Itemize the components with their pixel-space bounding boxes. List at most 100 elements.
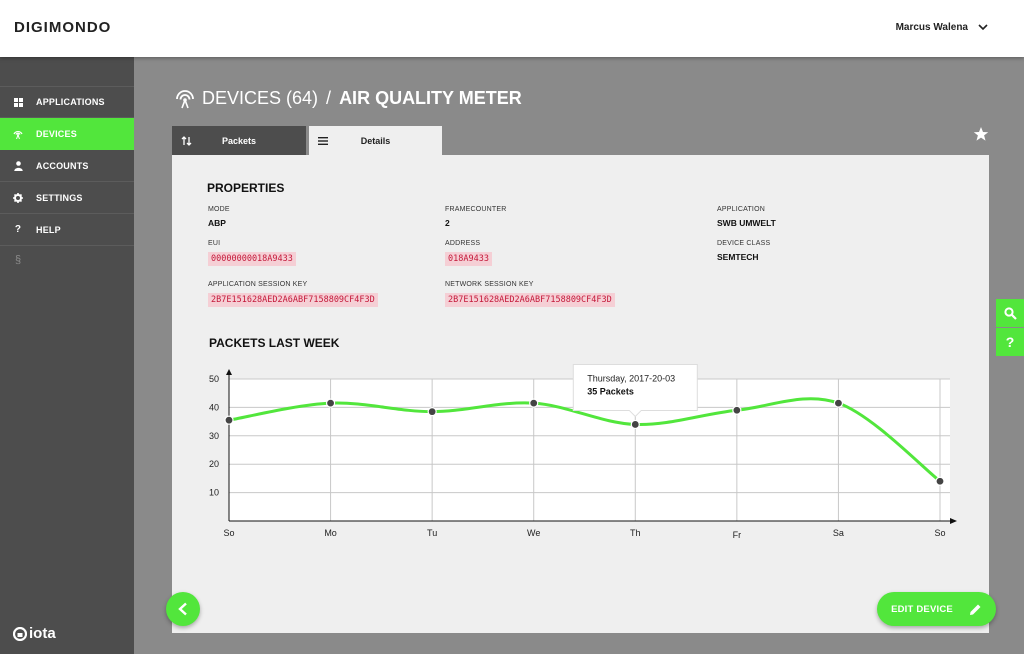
favorite-star-icon[interactable]	[973, 126, 989, 147]
question-icon: ?	[14, 224, 22, 235]
tab-label: Packets	[221, 135, 257, 146]
prop-label: EUI	[208, 240, 221, 247]
sidebar-item-settings[interactable]: SETTINGS	[0, 182, 134, 214]
footer-logo: iota	[13, 625, 56, 642]
tooltip-value: 35 Packets	[587, 386, 634, 396]
x-tick-label: So	[223, 528, 234, 538]
tab-packets[interactable]: Packets	[172, 126, 306, 155]
sidebar-item-label: SETTINGS	[36, 192, 83, 203]
x-axis-arrow	[950, 518, 957, 524]
niota-logo-icon	[13, 626, 27, 641]
prop-net-session-key: NETWORK SESSION KEY 2B7E151628AED2A6ABF7…	[445, 281, 615, 307]
x-tick-label: So	[934, 528, 945, 538]
y-tick-label: 20	[209, 459, 219, 469]
edit-device-label: EDIT DEVICE	[891, 603, 953, 615]
prop-framecounter: FRAMECOUNTER 2	[445, 206, 507, 228]
prop-label: APPLICATION	[717, 206, 765, 213]
sidebar-nav: APPLICATIONS DEVICES ACCOUNTS SETTINGS ?…	[0, 86, 134, 274]
data-point	[732, 405, 742, 415]
chevron-left-icon	[178, 602, 187, 616]
prop-key-value: 2B7E151628AED2A6ABF7158809CF4F3D	[208, 293, 378, 307]
breadcrumb: DEVICES (64) / AIR QUALITY METER	[174, 88, 522, 109]
data-point	[224, 415, 234, 425]
pencil-icon	[969, 604, 981, 615]
x-tick-label: Tu	[427, 528, 437, 538]
properties-heading: PROPERTIES	[207, 181, 285, 195]
prop-key-value: 018A9433	[445, 252, 492, 266]
grid-icon	[0, 97, 36, 107]
sidebar: APPLICATIONS DEVICES ACCOUNTS SETTINGS ?…	[0, 57, 134, 654]
y-tick-label: 30	[209, 431, 219, 441]
question-icon: ?	[1005, 334, 1015, 350]
gear-icon	[0, 192, 36, 203]
user-icon	[0, 160, 36, 171]
search-icon	[1003, 306, 1017, 320]
prop-label: MODE	[208, 206, 230, 213]
menu-icon	[309, 136, 337, 145]
tab-details[interactable]: Details	[309, 126, 442, 155]
prop-key-value: 00000000018A9433	[208, 252, 296, 266]
data-point	[833, 398, 844, 408]
brand-logo: DIGIMONDO	[14, 19, 112, 36]
prop-value: ABP	[208, 218, 226, 228]
data-point	[427, 407, 437, 417]
prop-label: NETWORK SESSION KEY	[445, 281, 534, 288]
prop-address: ADDRESS 018A9433	[445, 240, 492, 266]
prop-label: DEVICE CLASS	[717, 240, 771, 247]
user-name: Marcus Walena	[895, 22, 968, 33]
prop-app-session-key: APPLICATION SESSION KEY 2B7E151628AED2A6…	[208, 281, 378, 307]
back-button[interactable]	[166, 592, 200, 626]
sidebar-item-label: DEVICES	[36, 128, 77, 139]
x-tick-label: Sa	[833, 528, 844, 538]
sidebar-item-help[interactable]: ? HELP	[0, 214, 134, 246]
y-tick-label: 40	[209, 402, 219, 412]
breadcrumb-devices[interactable]: DEVICES (64)	[202, 88, 318, 109]
data-point	[935, 476, 945, 486]
prop-application: APPLICATION SWB UMWELT	[717, 206, 776, 228]
prop-value: SEMTECH	[717, 252, 759, 262]
data-point	[325, 398, 336, 408]
section-sign-icon[interactable]: §	[0, 246, 134, 274]
prop-eui: EUI 00000000018A9433	[208, 240, 296, 266]
search-button[interactable]	[996, 299, 1024, 327]
y-axis-arrow	[226, 369, 232, 375]
chevron-down-icon	[978, 24, 988, 31]
help-button[interactable]: ?	[996, 328, 1024, 356]
sidebar-item-devices[interactable]: DEVICES	[0, 118, 134, 150]
packets-chart: 10 20 30 40 50 So Mo Tu We Th Fr Sa So Thursday, 2017…	[209, 363, 957, 540]
sidebar-item-label: HELP	[36, 224, 61, 235]
tab-label: Details	[360, 135, 391, 146]
data-point	[630, 419, 640, 430]
breadcrumb-separator: /	[326, 88, 332, 108]
sidebar-item-label: APPLICATIONS	[36, 97, 105, 107]
sidebar-item-applications[interactable]: APPLICATIONS	[0, 86, 134, 118]
sidebar-item-label: ACCOUNTS	[36, 160, 89, 171]
footer-logo-text: iota	[29, 625, 56, 642]
prop-label: FRAMECOUNTER	[445, 206, 507, 213]
chart-heading: PACKETS LAST WEEK	[209, 336, 340, 350]
edit-device-button[interactable]: EDIT DEVICE	[877, 592, 996, 626]
sidebar-item-accounts[interactable]: ACCOUNTS	[0, 150, 134, 182]
prop-label: APPLICATION SESSION KEY	[208, 281, 308, 288]
tooltip-date: Thursday, 2017-20-03	[587, 373, 675, 383]
prop-value: 2	[445, 218, 450, 228]
top-bar: DIGIMONDO Marcus Walena	[0, 0, 1024, 57]
details-panel: PROPERTIES MODE ABP FRAMECOUNTER 2 APPLI…	[172, 155, 989, 633]
prop-key-value: 2B7E151628AED2A6ABF7158809CF4F3D	[445, 293, 615, 307]
prop-device-class: DEVICE CLASS SEMTECH	[717, 240, 770, 262]
page-title: AIR QUALITY METER	[339, 88, 522, 108]
prop-mode: MODE ABP	[208, 206, 230, 228]
user-menu[interactable]: Marcus Walena	[896, 22, 988, 33]
x-tick-label: We	[527, 528, 540, 538]
data-point	[529, 398, 539, 408]
y-tick-label: 10	[209, 488, 219, 498]
antenna-icon	[176, 89, 194, 108]
antenna-icon	[0, 129, 36, 139]
prop-value: SWB UMWELT	[717, 218, 776, 228]
x-tick-label: Th	[630, 528, 641, 538]
x-tick-label: Fr	[733, 530, 742, 540]
y-tick-label: 50	[209, 374, 219, 384]
prop-label: ADDRESS	[445, 240, 481, 247]
x-tick-label: Mo	[324, 528, 337, 538]
sort-arrows-icon	[172, 135, 200, 146]
